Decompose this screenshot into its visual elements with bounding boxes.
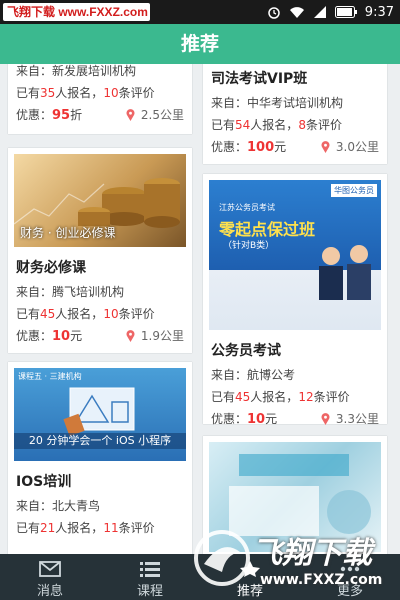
- more-icon: [340, 566, 360, 572]
- course-image: 课程五 · 三建机构 20 分钟学会一个 iOS 小程序: [14, 368, 186, 461]
- review-count: 12: [298, 390, 314, 404]
- course-image: 华图公务员 江苏公务员考试 零起点保过班 （针对B类）: [209, 180, 381, 330]
- tab-label: 消息: [36, 584, 63, 599]
- course-card[interactable]: [203, 436, 387, 554]
- course-title: IOS培训: [16, 474, 72, 490]
- course-title: 财务必修课: [16, 260, 86, 276]
- enrolled-count: 21: [40, 521, 56, 535]
- review-count: 8: [298, 118, 306, 132]
- course-price: 100: [247, 140, 275, 155]
- bottom-nav: 消息 课程 推荐 更多: [0, 554, 400, 600]
- course-distance: 3.3公里: [335, 412, 379, 426]
- alarm-icon: [268, 7, 280, 19]
- course-source: 北大青鸟: [52, 499, 101, 513]
- clock: 9:37: [364, 4, 394, 20]
- website-banner-image: [229, 454, 371, 536]
- review-count: 10: [103, 307, 119, 321]
- enrolled-count: 45: [235, 390, 251, 404]
- page-title: 推荐: [0, 24, 400, 64]
- course-card[interactable]: 来自：新发展培训机构 已有35人报名，10条评价 优惠：95折 2.5公里: [8, 64, 192, 134]
- course-card[interactable]: 司法考试VIP班 来自：中华考试培训机构 已有54人报名，8条评价 优惠：100…: [203, 64, 387, 164]
- enrolled-count: 35: [40, 86, 56, 100]
- location-pin-icon: [321, 141, 330, 153]
- course-card[interactable]: 华图公务员 江苏公务员考试 零起点保过班 （针对B类） 公务员考试 来自：航博公…: [203, 174, 387, 427]
- course-price: 10: [52, 329, 71, 344]
- recommend-icon: [240, 561, 260, 577]
- wifi-icon: [289, 7, 304, 18]
- tab-label: 更多: [336, 584, 363, 599]
- course-title: 司法考试VIP班: [211, 71, 308, 87]
- course-source: 新发展培训机构: [52, 64, 137, 78]
- tab-label: 推荐: [236, 584, 263, 599]
- enrolled-count: 54: [235, 118, 251, 132]
- people-image: [319, 245, 371, 300]
- image-caption: 20 分钟学会一个 iOS 小程序: [14, 433, 186, 449]
- image-tag: 课程五 · 三建机构: [18, 372, 82, 381]
- location-pin-icon: [321, 413, 330, 425]
- tab-recommend[interactable]: 推荐: [200, 554, 300, 600]
- signal-icon: [313, 6, 326, 18]
- location-pin-icon: [126, 109, 135, 121]
- course-source: 航博公考: [247, 368, 296, 382]
- tab-more[interactable]: 更多: [300, 554, 400, 600]
- enrolled-count: 45: [40, 307, 56, 321]
- blueprint-icon: [63, 387, 135, 437]
- image-note: （针对B类）: [223, 241, 275, 251]
- course-feed[interactable]: 来自：新发展培训机构 已有35人报名，10条评价 优惠：95折 2.5公里 财务 …: [0, 64, 400, 554]
- course-card[interactable]: 课程五 · 三建机构 20 分钟学会一个 iOS 小程序 IOS培训 来自：北大…: [8, 362, 192, 554]
- review-count: 11: [103, 521, 119, 535]
- battery-icon: [334, 6, 357, 18]
- course-title: 公务员考试: [211, 343, 281, 359]
- course-source: 中华考试培训机构: [247, 96, 344, 110]
- course-image: [209, 442, 381, 552]
- message-icon: [39, 561, 61, 577]
- course-card[interactable]: 财务 · 创业必修课 财务必修课 来自：腾飞培训机构 已有45人报名，10条评价…: [8, 148, 192, 353]
- course-price: 95: [52, 108, 71, 123]
- course-price: 10: [247, 412, 266, 427]
- review-count: 10: [103, 86, 119, 100]
- course-distance: 2.5公里: [140, 108, 184, 122]
- list-icon: [140, 562, 160, 577]
- image-headline: 零起点保过班: [219, 220, 316, 239]
- tab-label: 课程: [136, 584, 163, 599]
- tab-courses[interactable]: 课程: [100, 554, 200, 600]
- image-subtitle: 江苏公务员考试: [219, 203, 275, 212]
- watermark-logo: 飞翔下载 www.FXXZ.com: [3, 3, 150, 21]
- status-bar: 飞翔下载 www.FXXZ.com 9:37: [0, 0, 400, 24]
- course-source: 腾飞培训机构: [52, 285, 125, 299]
- image-caption: 财务 · 创业必修课: [20, 226, 116, 240]
- location-pin-icon: [126, 330, 135, 342]
- course-distance: 3.0公里: [335, 140, 379, 154]
- image-badge: 华图公务员: [331, 184, 377, 197]
- course-distance: 1.9公里: [140, 329, 184, 343]
- tab-messages[interactable]: 消息: [0, 554, 100, 600]
- course-image: 财务 · 创业必修课: [14, 154, 186, 247]
